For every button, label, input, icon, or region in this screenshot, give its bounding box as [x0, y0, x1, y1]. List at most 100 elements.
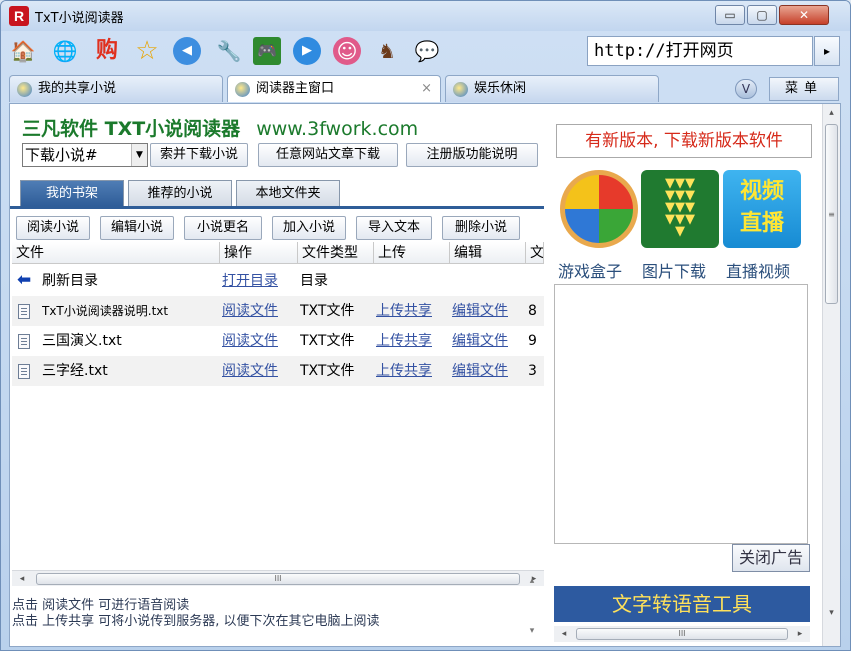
- column-header-edit[interactable]: 编辑: [450, 242, 526, 264]
- edit-file-link[interactable]: 编辑文件: [452, 296, 524, 326]
- edit-file-link[interactable]: 编辑文件: [452, 356, 524, 386]
- game-box-label[interactable]: 游戏盒子: [558, 258, 622, 282]
- update-banner[interactable]: 有新版本, 下载新版本软件: [556, 124, 812, 158]
- game-box-icon[interactable]: [560, 170, 638, 248]
- tools-icon[interactable]: 🔧: [215, 37, 243, 65]
- column-header-action[interactable]: 操作: [220, 242, 298, 264]
- tab-list-button[interactable]: V: [735, 79, 757, 99]
- table-row[interactable]: 三国演义.txt 阅读文件 TXT文件 上传共享 编辑文件 9: [12, 326, 544, 356]
- scroll-up-icon[interactable]: ▴: [823, 104, 840, 122]
- promo-pane: 有新版本, 下载新版本软件 ▼▼▼ ▼▼▼ ▼▼▼ ▼▼▼ ▼ 视频 直播 游戏盒子 图…: [550, 104, 820, 646]
- table-row[interactable]: ⬅ 刷新目录 打开目录 目录: [12, 266, 544, 296]
- text-file-icon: [18, 304, 30, 319]
- any-site-download-button[interactable]: 任意网站文章下载: [258, 143, 398, 167]
- tab-reader-main[interactable]: 阅读器主窗口 ×: [227, 75, 441, 102]
- column-header-type[interactable]: 文件类型: [298, 242, 374, 264]
- scroll-right-icon[interactable]: ▸: [792, 626, 808, 642]
- scroll-thumb[interactable]: ≡: [825, 124, 838, 304]
- row-type: TXT文件: [300, 363, 355, 379]
- row-extra: 8: [528, 303, 537, 319]
- game-icon[interactable]: 🎮: [253, 37, 281, 65]
- delete-novel-button[interactable]: 删除小说: [442, 216, 520, 240]
- promo-horizontal-scrollbar[interactable]: ◂ III ▸: [554, 626, 810, 642]
- rename-novel-button[interactable]: 小说更名: [184, 216, 262, 240]
- column-header-upload[interactable]: 上传: [374, 242, 450, 264]
- scroll-down-icon[interactable]: ▾: [524, 626, 540, 636]
- upload-share-link[interactable]: 上传共享: [376, 296, 448, 326]
- row-name: 三国演义.txt: [42, 333, 122, 349]
- scroll-down-icon[interactable]: ▾: [823, 604, 840, 622]
- upload-share-link[interactable]: 上传共享: [376, 356, 448, 386]
- tab-close-icon[interactable]: ×: [421, 76, 432, 102]
- tab-entertainment[interactable]: 娱乐休闲: [445, 75, 659, 102]
- download-source-select[interactable]: 下载小说# ▼: [22, 143, 148, 167]
- status-hints: 点击 阅读文件 可进行语音阅读 点击 上传共享 可将小说传到服务器, 以便下次在…: [12, 598, 544, 644]
- app-logo-icon: R: [9, 6, 29, 26]
- ad-area: [554, 284, 808, 544]
- tab-local-folder[interactable]: 本地文件夹: [236, 180, 340, 206]
- window-title: TxT小说阅读器: [35, 11, 124, 26]
- image-download-label[interactable]: 图片下载: [642, 258, 706, 282]
- brand-url[interactable]: www.3fwork.com: [256, 118, 418, 140]
- live-video-label[interactable]: 直播视频: [726, 258, 790, 282]
- image-download-icon[interactable]: ▼▼▼ ▼▼▼ ▼▼▼ ▼▼▼ ▼: [641, 170, 719, 248]
- upload-share-link[interactable]: 上传共享: [376, 326, 448, 356]
- table-row[interactable]: TxT小说阅读器说明.txt 阅读文件 TXT文件 上传共享 编辑文件 8: [12, 296, 544, 326]
- read-file-link[interactable]: 阅读文件: [222, 326, 296, 356]
- table-row[interactable]: 三字经.txt 阅读文件 TXT文件 上传共享 编辑文件 3: [12, 356, 544, 386]
- table-horizontal-scrollbar[interactable]: ◂ III ▸: [12, 570, 544, 586]
- open-folder-link[interactable]: 打开目录: [222, 266, 296, 296]
- live-video-icon[interactable]: 视频 直播: [723, 170, 801, 248]
- scroll-left-icon[interactable]: ◂: [556, 626, 572, 642]
- scroll-thumb[interactable]: III: [576, 628, 788, 640]
- read-file-link[interactable]: 阅读文件: [222, 296, 296, 326]
- chat-bubble-icon[interactable]: 💬: [413, 37, 441, 65]
- scroll-thumb[interactable]: III: [36, 573, 520, 585]
- tab-recommended[interactable]: 推荐的小说: [128, 180, 232, 206]
- search-download-button[interactable]: 索并下载小说: [150, 143, 248, 167]
- column-header-file[interactable]: 文件: [12, 242, 220, 264]
- menu-button[interactable]: 菜单: [769, 77, 839, 101]
- read-novel-button[interactable]: 阅读小说: [16, 216, 90, 240]
- shop-icon[interactable]: 购: [93, 37, 121, 65]
- main-vertical-scrollbar[interactable]: ▴ ≡ ▾: [822, 104, 840, 646]
- import-text-button[interactable]: 导入文本: [356, 216, 432, 240]
- back-arrow-icon: ⬅: [17, 270, 32, 290]
- edit-novel-button[interactable]: 编辑小说: [100, 216, 174, 240]
- status-hint-read: 点击 阅读文件 可进行语音阅读: [12, 598, 190, 613]
- scroll-up-icon[interactable]: ▴: [524, 576, 540, 586]
- chevron-down-icon[interactable]: ▼: [131, 144, 147, 166]
- address-input[interactable]: http://打开网页: [587, 36, 813, 66]
- row-name: TxT小说阅读器说明.txt: [42, 304, 169, 318]
- register-info-button[interactable]: 注册版功能说明: [406, 143, 538, 167]
- back-circle-icon[interactable]: ◀: [173, 37, 201, 65]
- character-icon[interactable]: ♞: [373, 37, 401, 65]
- read-file-link[interactable]: 阅读文件: [222, 356, 296, 386]
- close-ad-button[interactable]: 关闭广告: [732, 544, 810, 572]
- maximize-button[interactable]: ▢: [747, 5, 777, 25]
- close-button[interactable]: ✕: [779, 5, 829, 25]
- edit-file-link[interactable]: 编辑文件: [452, 326, 524, 356]
- status-hint-upload: 点击 上传共享 可将小说传到服务器, 以便下次在其它电脑上阅读: [12, 614, 380, 629]
- video-art-line2: 直播: [739, 211, 784, 236]
- row-name: 三字经.txt: [42, 363, 108, 379]
- globe-icon[interactable]: 🌐: [51, 37, 79, 65]
- tts-tool-banner[interactable]: 文字转语音工具: [554, 586, 810, 622]
- add-novel-button[interactable]: 加入小说: [272, 216, 346, 240]
- tab-globe-icon: [17, 82, 32, 97]
- go-button[interactable]: ▸: [814, 36, 840, 66]
- row-extra: 9: [528, 333, 537, 349]
- row-type: TXT文件: [300, 333, 355, 349]
- minimize-button[interactable]: ▭: [715, 5, 745, 25]
- star-icon[interactable]: ☆: [133, 37, 161, 65]
- avatar-girl-icon[interactable]: ☺: [333, 37, 361, 65]
- scroll-left-icon[interactable]: ◂: [14, 571, 30, 587]
- home-icon[interactable]: 🏠: [9, 37, 37, 65]
- tab-my-shared-novels[interactable]: 我的共享小说: [9, 75, 223, 102]
- column-header-extra[interactable]: 文: [526, 242, 544, 264]
- play-icon[interactable]: ▶: [293, 37, 321, 65]
- row-type: 目录: [300, 273, 328, 289]
- tab-my-bookshelf[interactable]: 我的书架: [20, 180, 124, 206]
- status-vertical-scrollbar[interactable]: ▴ ▾: [524, 574, 542, 644]
- video-art-line1: 视频: [739, 179, 784, 204]
